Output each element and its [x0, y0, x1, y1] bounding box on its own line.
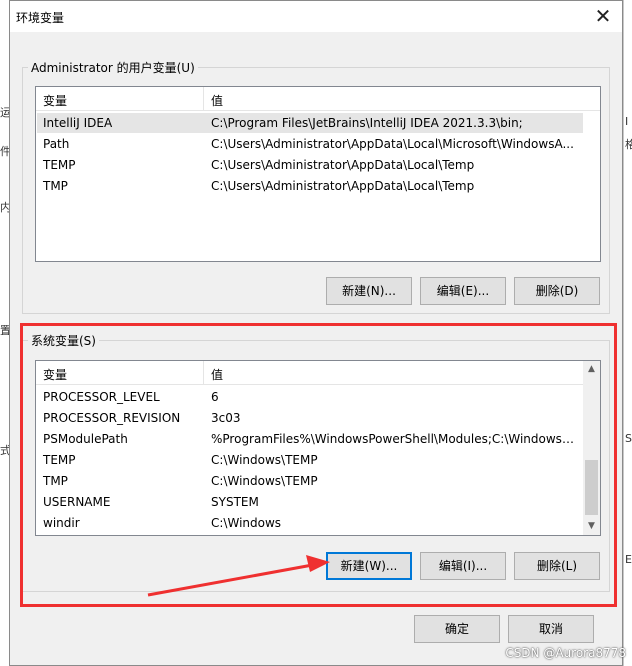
variable-value: C:\Users\Administrator\AppData\Local\Tem…	[211, 179, 475, 193]
title-bar[interactable]: 环境变量 ✕	[10, 1, 622, 32]
variable-name: TMP	[43, 474, 68, 488]
variable-name: TEMP	[43, 453, 76, 467]
table-row[interactable]: IntelliJ IDEA C:\Program Files\JetBrains…	[37, 113, 583, 133]
background-text-fragment: S	[625, 432, 632, 445]
column-header-variable[interactable]: 变量	[43, 92, 67, 109]
variable-name: Path	[43, 137, 70, 151]
variable-value: C:\Windows\TEMP	[211, 453, 318, 467]
dialog-title: 环境变量	[16, 11, 65, 25]
scroll-down-icon[interactable]: ▼	[583, 518, 600, 535]
system-edit-button[interactable]: 编辑(I)...	[420, 552, 506, 580]
background-text-fragment: I	[625, 115, 629, 128]
variable-value: 3c03	[211, 411, 241, 425]
table-row[interactable]: PSModulePath %ProgramFiles%\WindowsPower…	[37, 429, 583, 449]
variable-value: C:\Program Files\JetBrains\IntelliJ IDEA…	[211, 116, 523, 130]
user-variables-group-label: Administrator 的用户变量(U)	[28, 59, 198, 76]
system-variables-group-label: 系统变量(S)	[28, 332, 99, 349]
variable-value: SYSTEM	[211, 495, 259, 509]
table-row[interactable]: PROCESSOR_REVISION 3c03	[37, 408, 583, 428]
column-header-value[interactable]: 值	[211, 366, 223, 383]
user-variables-group: Administrator 的用户变量(U) 变量 值 IntelliJ IDE…	[22, 59, 610, 314]
table-row[interactable]: PROCESSOR_LEVEL 6	[37, 387, 583, 407]
table-row[interactable]: TMP C:\Users\Administrator\AppData\Local…	[37, 176, 583, 196]
user-variables-list-header: 变量 值	[36, 87, 600, 111]
variable-value: %ProgramFiles%\WindowsPowerShell\Modules…	[211, 432, 577, 446]
system-variables-list-header: 变量 值	[36, 361, 600, 385]
system-variables-list[interactable]: 变量 值 PROCESSOR_LEVEL 6 PROCESSOR_REVISIO…	[35, 360, 601, 536]
system-variables-scrollbar[interactable]: ▲ ▼	[583, 361, 600, 535]
variable-value: 6	[211, 390, 219, 404]
variable-name: PSModulePath	[43, 432, 128, 446]
variable-name: TMP	[43, 179, 68, 193]
variable-name: windir	[43, 516, 80, 530]
environment-variables-dialog: 环境变量 ✕ Administrator 的用户变量(U) 变量 值 Intel…	[9, 0, 623, 666]
table-row[interactable]: TEMP C:\Users\Administrator\AppData\Loca…	[37, 155, 583, 175]
watermark: CSDN @Aurora8778	[505, 646, 626, 660]
table-row[interactable]: USERNAME SYSTEM	[37, 492, 583, 512]
scroll-up-icon[interactable]: ▲	[583, 361, 600, 378]
scroll-thumb[interactable]	[585, 460, 598, 515]
ok-button[interactable]: 确定	[414, 615, 500, 643]
table-row[interactable]: windir C:\Windows	[37, 513, 583, 533]
column-header-variable[interactable]: 变量	[43, 366, 67, 383]
variable-value: C:\Users\Administrator\AppData\Local\Mic…	[211, 137, 574, 151]
variable-name: PROCESSOR_REVISION	[43, 411, 181, 425]
system-variables-group: 系统变量(S) 变量 值 PROCESSOR_LEVEL 6 PROCESSOR…	[22, 332, 610, 592]
user-delete-button[interactable]: 删除(D)	[514, 277, 600, 305]
variable-name: TEMP	[43, 158, 76, 172]
user-variables-list[interactable]: 变量 值 IntelliJ IDEA C:\Program Files\JetB…	[35, 86, 601, 262]
column-header-value[interactable]: 值	[211, 92, 223, 109]
variable-name: USERNAME	[43, 495, 111, 509]
background-text-fragment: 格	[625, 138, 632, 151]
close-icon[interactable]: ✕	[590, 4, 616, 28]
table-row[interactable]: TMP C:\Windows\TEMP	[37, 471, 583, 491]
table-row[interactable]: Path C:\Users\Administrator\AppData\Loca…	[37, 134, 583, 154]
system-new-button[interactable]: 新建(W)...	[326, 552, 412, 580]
user-edit-button[interactable]: 编辑(E)...	[420, 277, 506, 305]
variable-name: PROCESSOR_LEVEL	[43, 390, 160, 404]
column-separator[interactable]	[203, 361, 204, 384]
variable-value: C:\Users\Administrator\AppData\Local\Tem…	[211, 158, 475, 172]
variable-value: C:\Windows\TEMP	[211, 474, 318, 488]
table-row[interactable]: TEMP C:\Windows\TEMP	[37, 450, 583, 470]
background-window-right-edge: I 格 S E	[623, 0, 632, 666]
system-delete-button[interactable]: 删除(L)	[514, 552, 600, 580]
background-text-fragment: E	[625, 553, 632, 566]
user-new-button[interactable]: 新建(N)...	[326, 277, 412, 305]
variable-value: C:\Windows	[211, 516, 282, 530]
cancel-button[interactable]: 取消	[508, 615, 594, 643]
variable-name: IntelliJ IDEA	[43, 116, 113, 130]
column-separator[interactable]	[203, 87, 204, 110]
